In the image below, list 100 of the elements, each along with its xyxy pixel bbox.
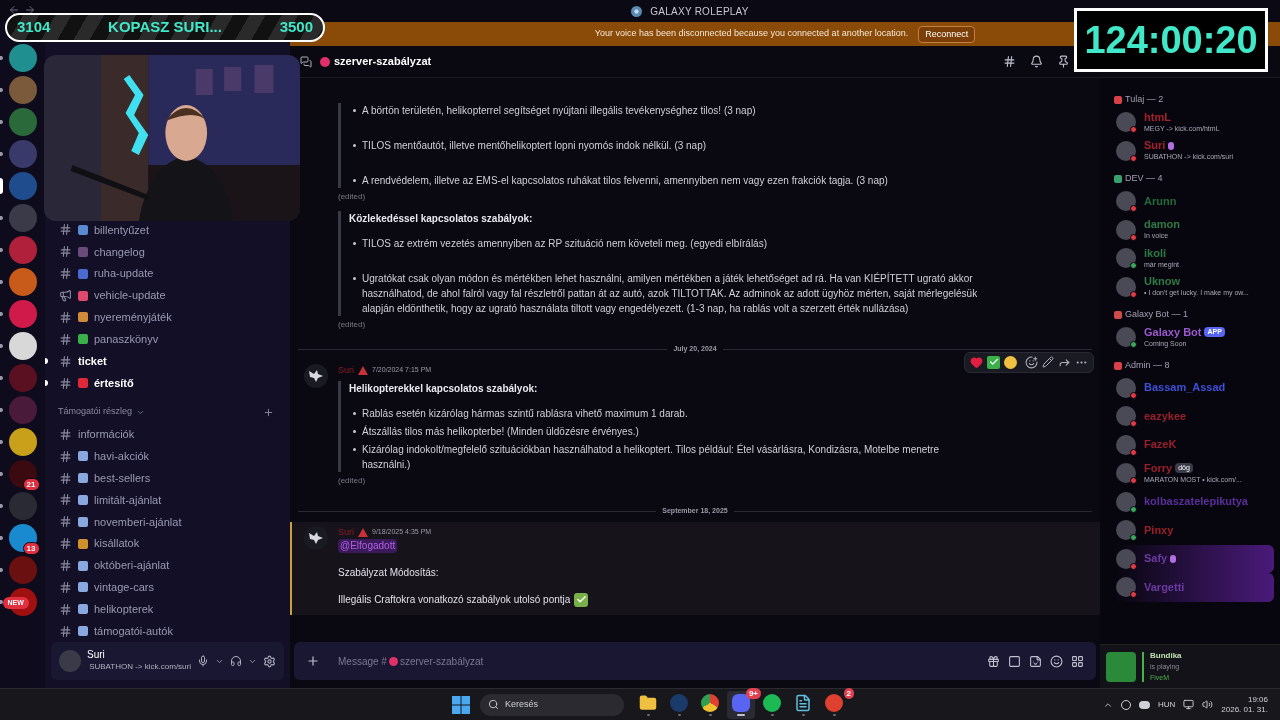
member-avatar [1116, 219, 1136, 240]
notepad-icon[interactable] [794, 693, 812, 712]
member-avatar [1116, 276, 1136, 297]
channel-item[interactable]: limitált-ajánlat [94, 491, 162, 509]
check-reaction-icon[interactable] [987, 355, 1000, 369]
rule-text: TILOS az extrém vezetés amennyiben az RP szituáció nem követeli meg. (egyedi elbírálás) [362, 237, 767, 251]
author-avatar[interactable] [304, 363, 328, 388]
rule-text: Ugratókat csak olyan módon és mértékben lehet használni, amilyen mértékben a játék lehetőséget ad rá. Ha van KIÉPÍTETT ugrató akkor használhatod, de ahol falról vagy fal részletről pattan át az autó, azok TILTOTTAK. Az adminok az adott ügyhöz mérten, saját mérlegelésük alapján eldönthetik, hogy az ugrató használata tiltott vagy engedélyezett. (1-3 nap, ha rablás volt a szerzett érték nullázása) [362, 271, 979, 316]
channel-item[interactable]: ruha-update [94, 265, 154, 282]
folder-icon[interactable] [639, 693, 657, 712]
hash-icon [59, 310, 72, 324]
reconnect-button[interactable]: Reconnect [918, 25, 976, 43]
category-label[interactable]: Támogatói részleg [58, 405, 133, 419]
member-avatar [1116, 377, 1136, 398]
server-icon[interactable] [8, 524, 37, 552]
microphone-icon[interactable] [197, 655, 209, 667]
channel-item[interactable]: vintage-cars [94, 579, 154, 596]
chrome-icon[interactable] [701, 693, 719, 712]
member-avatar [1116, 140, 1136, 161]
message-text: Illegális Craftokra vonatkozó szabályok utolsó pontja [338, 593, 571, 607]
hash-icon [59, 245, 72, 259]
window-title: GALAXY ROLEPLAY [650, 4, 749, 19]
channel-type-icon [300, 55, 312, 68]
placeholder-text: Message # [338, 654, 387, 669]
server-icon[interactable] [8, 460, 37, 488]
back-icon[interactable] [8, 4, 20, 16]
member-name: ikoli [1144, 246, 1166, 260]
role-heading: DEV — 4 [1125, 172, 1163, 186]
message-field[interactable]: Message # szerver-szabályzat [294, 642, 1096, 680]
volume-icon[interactable] [1202, 699, 1214, 710]
clock[interactable]: 19:06 2026. 01. 31. [1221, 694, 1268, 715]
bullet-icon [353, 430, 356, 433]
member-avatar [1116, 577, 1136, 598]
heart-reaction-icon[interactable] [970, 355, 983, 369]
role-mention[interactable]: @Elfogadott [338, 539, 398, 553]
add-icon[interactable] [306, 654, 320, 668]
search-icon [488, 699, 499, 710]
hash-icon [59, 223, 72, 237]
add-reaction-icon[interactable] [1025, 355, 1038, 369]
pin-icon[interactable] [1057, 55, 1070, 68]
member-avatar [1116, 191, 1136, 212]
channel-item[interactable]: vehicle-update [94, 287, 166, 304]
channel-item[interactable]: panaszkönyv [94, 331, 159, 348]
hash-icon [59, 580, 72, 594]
streamer-name: KOPASZ SURI... [108, 17, 222, 38]
channel-item[interactable]: novemberi-ajánlat [94, 513, 182, 531]
channel-item[interactable]: havi-akciók [94, 447, 150, 465]
hash-icon [59, 624, 72, 638]
rule-text: Átszállás tilos más helikopterbe! (Minden üldözésre érvényes.) [362, 424, 639, 439]
channel-item[interactable]: best-sellers [94, 469, 151, 487]
player-name: Bundika [1150, 650, 1182, 662]
language-indicator[interactable]: HUN [1157, 698, 1176, 711]
start-icon[interactable] [452, 695, 470, 714]
counter-goal: 3500 [279, 17, 313, 38]
threads-icon[interactable] [1003, 55, 1016, 68]
channel-item[interactable]: értesítő [94, 374, 134, 392]
hash-icon [59, 515, 72, 529]
gift-icon[interactable] [987, 654, 1000, 668]
channel-item[interactable]: billentyűzet [94, 221, 150, 239]
edit-icon[interactable] [1042, 356, 1054, 368]
sticker-icon[interactable] [1029, 654, 1042, 668]
forward-icon[interactable] [24, 4, 36, 16]
hash-icon [59, 267, 72, 281]
bullet-icon [353, 144, 356, 147]
headphones-icon[interactable] [230, 655, 242, 667]
channel-item[interactable]: információk [78, 426, 135, 443]
network-icon[interactable] [1183, 699, 1195, 710]
custom-status: SUBATHON -> kick.com/suri [89, 661, 191, 673]
rule-text: TILOS mentőautót, illetve mentőhelikoptert lopni nyomós indok nélkül. (3 nap) [362, 139, 707, 153]
subathon-timer: 124:00:20 [1074, 8, 1268, 72]
notification-badge: 9+ [745, 687, 761, 699]
member-avatar [1116, 548, 1136, 569]
member-name: kolbaszatelepikutya [1144, 495, 1248, 509]
bullet-icon [353, 109, 356, 112]
edited-label: (edited) [338, 319, 366, 331]
message-text: Szabályzat Módosítás: [338, 566, 439, 580]
hash-icon [59, 449, 72, 463]
settings-icon[interactable] [263, 654, 276, 668]
member-name: Pinxy [1144, 523, 1174, 537]
hash-icon [59, 332, 72, 346]
channel-item[interactable]: helikopterek [94, 601, 154, 618]
hash-icon [59, 471, 72, 485]
rule-text: A börtön területén, helikopterrel segítséget nyújtani illegális tevékenységhez tilos! (3 nap) [362, 104, 756, 118]
emoji-icon[interactable] [1050, 654, 1063, 668]
taskbar-search[interactable]: Keresés [480, 693, 624, 716]
bullet-icon [353, 277, 356, 280]
member-avatar [1116, 327, 1136, 348]
channel-item[interactable]: ticket [78, 352, 107, 370]
channel-item[interactable]: októberi-ajánlat [94, 557, 170, 574]
channel-item[interactable]: kisállatok [94, 535, 140, 552]
channel-item[interactable]: támogatói-autók [94, 622, 173, 640]
add-channel-icon[interactable] [263, 406, 274, 418]
notifications-icon[interactable] [1030, 55, 1043, 68]
channel-item[interactable]: changelog [94, 243, 145, 261]
server-icon[interactable] [8, 428, 37, 456]
hash-icon [59, 493, 72, 507]
apps-icon[interactable] [1071, 654, 1084, 668]
server-icon[interactable] [8, 332, 37, 360]
channel-item[interactable]: nyereményjáték [94, 309, 172, 326]
author-avatar[interactable] [304, 525, 328, 550]
